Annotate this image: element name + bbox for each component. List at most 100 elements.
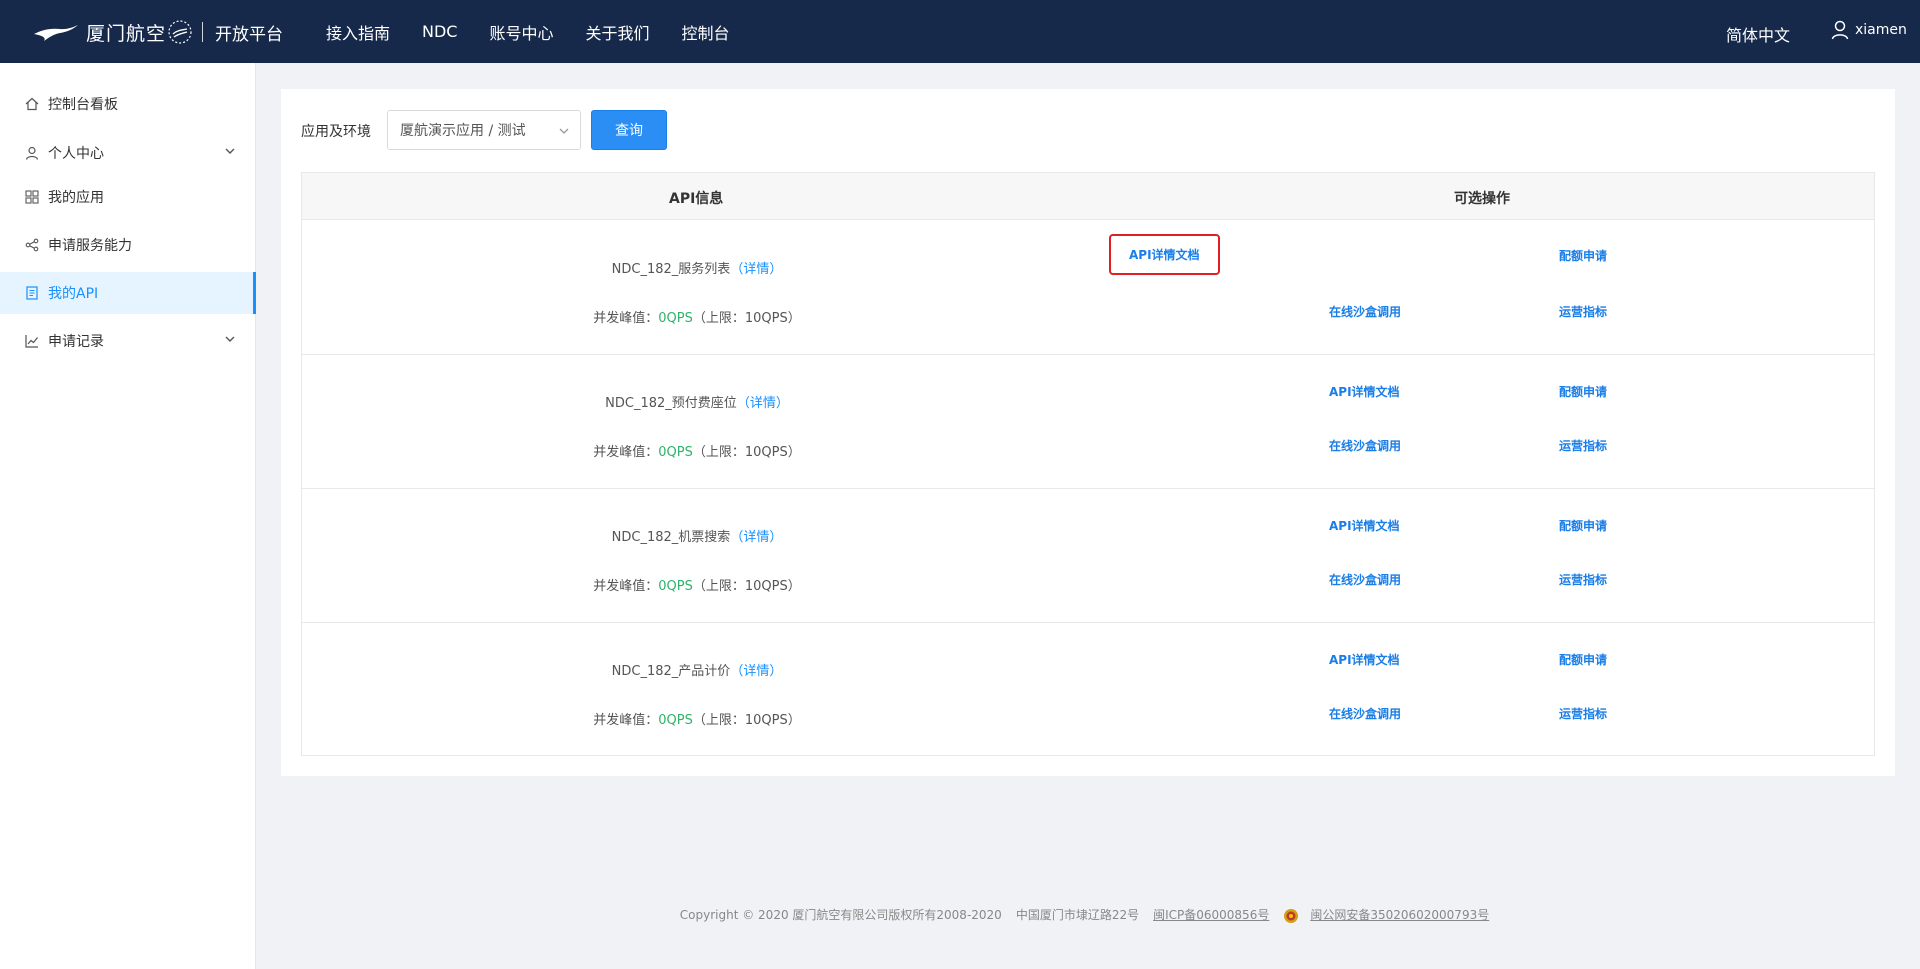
copyright-text: Copyright © 2020 厦门航空有限公司版权所有2008-2020	[679, 908, 1002, 923]
qps-limit: （上限：10QPS）	[692, 445, 801, 460]
logo-text: 厦门航空	[86, 22, 167, 45]
api-qps: 并发峰值：0QPS（上限：10QPS）	[302, 307, 1092, 326]
qps-value: 0QPS	[658, 713, 693, 728]
sidebar-item-my-apps[interactable]: 我的应用	[0, 176, 256, 218]
api-name: NDC_182_预付费座位（详情）	[302, 392, 1092, 411]
chevron-down-icon	[225, 148, 235, 154]
api-detail-link[interactable]: （详情）	[730, 262, 782, 277]
sidebar-item-dashboard[interactable]: 控制台看板	[0, 83, 256, 125]
language-switcher[interactable]: 简体中文	[1726, 22, 1790, 46]
nav-item-about[interactable]: 关于我们	[586, 20, 650, 44]
sidebar-item-label: 控制台看板	[48, 97, 118, 113]
api-name-text: NDC_182_服务列表	[611, 262, 731, 277]
sidebar-item-label: 申请服务能力	[48, 238, 132, 254]
ops-metrics-link[interactable]: 运营指标	[1559, 437, 1607, 454]
sidebar-item-apply-service[interactable]: 申请服务能力	[0, 224, 256, 266]
api-detail-link[interactable]: （详情）	[737, 396, 789, 411]
api-doc-link[interactable]: API详情文档	[1109, 234, 1220, 275]
grid-icon	[24, 190, 39, 205]
api-detail-link[interactable]: （详情）	[730, 530, 782, 545]
address-text: 中国厦门市埭辽路22号	[1015, 908, 1140, 923]
api-qps: 并发峰值：0QPS（上限：10QPS）	[302, 709, 1092, 728]
sidebar-item-personal-center[interactable]: 个人中心	[0, 132, 256, 174]
api-name-text: NDC_182_预付费座位	[605, 396, 737, 411]
api-name: NDC_182_服务列表（详情）	[302, 258, 1092, 277]
document-icon	[24, 286, 39, 301]
table-row: NDC_182_服务列表（详情） 并发峰值：0QPS（上限：10QPS） API…	[302, 221, 1874, 355]
table-row: NDC_182_产品计价（详情） 并发峰值：0QPS（上限：10QPS） API…	[302, 623, 1874, 757]
table-header: API信息 可选操作	[302, 173, 1874, 220]
api-doc-link[interactable]: API详情文档	[1329, 517, 1400, 534]
api-name-text: NDC_182_机票搜索	[611, 530, 731, 545]
sandbox-call-link[interactable]: 在线沙盒调用	[1329, 705, 1401, 722]
sidebar-item-label: 申请记录	[48, 334, 104, 350]
qps-label: 并发峰值：	[593, 445, 659, 460]
user-menu[interactable]: xiamen	[1831, 20, 1907, 40]
username: xiamen	[1855, 22, 1907, 38]
icp-link[interactable]: 闽ICP备06000856号	[1153, 906, 1269, 923]
platform-title: 开放平台	[215, 24, 284, 45]
quota-apply-link[interactable]: 配额申请	[1559, 517, 1607, 534]
nav-item-console[interactable]: 控制台	[682, 20, 730, 44]
qps-limit: （上限：10QPS）	[692, 579, 801, 594]
table-row: NDC_182_机票搜索（详情） 并发峰值：0QPS（上限：10QPS） API…	[302, 489, 1874, 623]
app-env-select[interactable]: 厦航演示应用 / 测试	[387, 110, 581, 150]
sidebar: 控制台看板 个人中心 我的应用 申请服务能力 我的API 申请记录	[0, 63, 256, 969]
column-header-operations: 可选操作	[1454, 191, 1510, 207]
qps-label: 并发峰值：	[593, 579, 659, 594]
logo-divider	[202, 22, 204, 42]
column-header-api-info: API信息	[669, 191, 724, 207]
nav-item-account[interactable]: 账号中心	[489, 20, 553, 44]
qps-value: 0QPS	[658, 579, 693, 594]
query-button[interactable]: 查询	[591, 110, 667, 150]
ops-metrics-link[interactable]: 运营指标	[1559, 705, 1607, 722]
api-table: API信息 可选操作 NDC_182_服务列表（详情） 并发峰值：0QPS（上限…	[301, 172, 1875, 756]
ops-metrics-link[interactable]: 运营指标	[1559, 303, 1607, 320]
api-name: NDC_182_机票搜索（详情）	[302, 526, 1092, 545]
sandbox-call-link[interactable]: 在线沙盒调用	[1329, 303, 1401, 320]
qps-limit: （上限：10QPS）	[692, 713, 801, 728]
xiamen-airlines-logo[interactable]: 厦门航空 开放平台	[32, 17, 283, 47]
sandbox-call-link[interactable]: 在线沙盒调用	[1329, 571, 1401, 588]
api-doc-link[interactable]: API详情文档	[1329, 651, 1400, 668]
main-nav: 接入指南 NDC 账号中心 关于我们 控制台	[326, 0, 762, 63]
sidebar-item-apply-records[interactable]: 申请记录	[0, 320, 256, 362]
qps-label: 并发峰值：	[593, 713, 659, 728]
api-detail-link[interactable]: （详情）	[730, 664, 782, 679]
api-doc-link[interactable]: API详情文档	[1329, 383, 1400, 400]
police-badge-icon	[1284, 908, 1299, 923]
api-name-text: NDC_182_产品计价	[611, 664, 731, 679]
app-env-selected-value: 厦航演示应用 / 测试	[400, 123, 526, 139]
chevron-down-icon	[559, 128, 569, 134]
share-icon	[24, 238, 39, 253]
qps-value: 0QPS	[658, 311, 693, 326]
api-qps: 并发峰值：0QPS（上限：10QPS）	[302, 441, 1092, 460]
qps-label: 并发峰值：	[593, 311, 659, 326]
qps-value: 0QPS	[658, 445, 693, 460]
user-icon	[24, 146, 39, 161]
qps-limit: （上限：10QPS）	[692, 311, 801, 326]
egret-logo-icon	[34, 25, 78, 41]
ops-metrics-link[interactable]: 运营指标	[1559, 571, 1607, 588]
user-icon	[1831, 20, 1849, 40]
api-qps: 并发峰值：0QPS（上限：10QPS）	[302, 575, 1092, 594]
quota-apply-link[interactable]: 配额申请	[1559, 247, 1607, 264]
platform-badge-icon	[168, 20, 192, 44]
nav-item-ndc[interactable]: NDC	[422, 22, 457, 41]
table-row: NDC_182_预付费座位（详情） 并发峰值：0QPS（上限：10QPS） AP…	[302, 355, 1874, 489]
nav-item-guide[interactable]: 接入指南	[326, 20, 390, 44]
quota-apply-link[interactable]: 配额申请	[1559, 383, 1607, 400]
page-footer: Copyright © 2020 厦门航空有限公司版权所有2008-2020 中…	[0, 906, 1920, 924]
sidebar-item-label: 我的API	[48, 286, 99, 302]
quota-apply-link[interactable]: 配额申请	[1559, 651, 1607, 668]
home-icon	[24, 97, 39, 112]
sandbox-call-link[interactable]: 在线沙盒调用	[1329, 437, 1401, 454]
police-record[interactable]: 闽公网安备35020602000793号	[1283, 906, 1496, 924]
api-name: NDC_182_产品计价（详情）	[302, 660, 1092, 679]
top-navigation-bar: 厦门航空 开放平台 接入指南 NDC 账号中心 关于我们 控制台 简体中文 xi…	[0, 0, 1920, 63]
chevron-down-icon	[225, 336, 235, 342]
police-record-text: 闽公网安备35020602000793号	[1310, 908, 1490, 922]
sidebar-item-my-api[interactable]: 我的API	[0, 272, 256, 314]
sidebar-item-label: 我的应用	[48, 190, 104, 206]
line-chart-icon	[24, 334, 39, 349]
